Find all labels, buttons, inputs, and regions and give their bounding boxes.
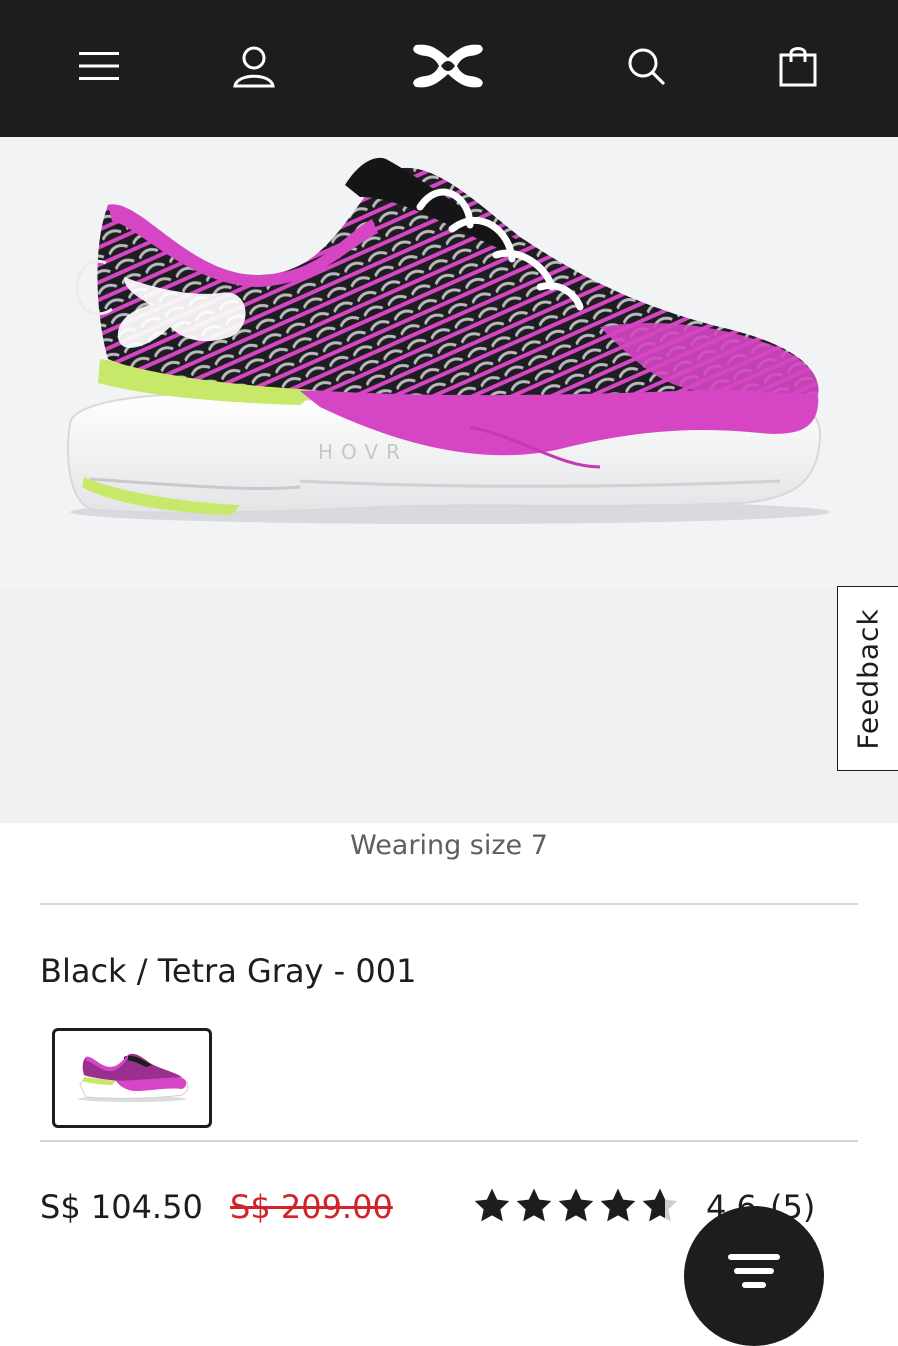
star-icon — [516, 1188, 552, 1222]
product-image-gallery[interactable]: HOVR Feedback — [0, 137, 898, 823]
chat-lines-icon — [728, 1254, 780, 1288]
menu-icon — [79, 52, 119, 80]
chat-button[interactable] — [684, 1206, 824, 1346]
brand-logo-icon — [413, 44, 483, 88]
feedback-label: Feedback — [851, 607, 885, 750]
color-swatch-selected[interactable] — [52, 1028, 212, 1128]
search-icon — [628, 48, 665, 85]
original-price: S$ 209.00 — [230, 1188, 393, 1226]
star-icon — [558, 1188, 594, 1222]
feedback-tab[interactable]: Feedback — [837, 586, 898, 771]
menu-button[interactable] — [71, 38, 127, 94]
search-button[interactable] — [618, 38, 674, 94]
account-button[interactable] — [226, 38, 282, 94]
divider — [40, 1140, 858, 1142]
wearing-size-caption: Wearing size 7 — [350, 830, 548, 861]
account-icon — [233, 46, 275, 88]
cart-button[interactable] — [770, 38, 826, 94]
top-navigation-bar — [0, 0, 898, 137]
rating-stars[interactable] — [472, 1186, 680, 1226]
divider — [40, 903, 858, 905]
brand-logo[interactable] — [400, 38, 496, 94]
star-half-icon — [642, 1188, 678, 1222]
product-shoe-image: HOVR — [67, 157, 830, 524]
star-icon — [474, 1188, 510, 1222]
svg-text:HOVR: HOVR — [318, 440, 408, 464]
star-icon — [600, 1188, 636, 1222]
swatch-shoe-thumbnail — [78, 1053, 189, 1102]
sale-price: S$ 104.50 — [40, 1188, 203, 1226]
shopping-bag-icon — [779, 47, 817, 87]
selected-color-name: Black / Tetra Gray - 001 — [40, 952, 417, 990]
